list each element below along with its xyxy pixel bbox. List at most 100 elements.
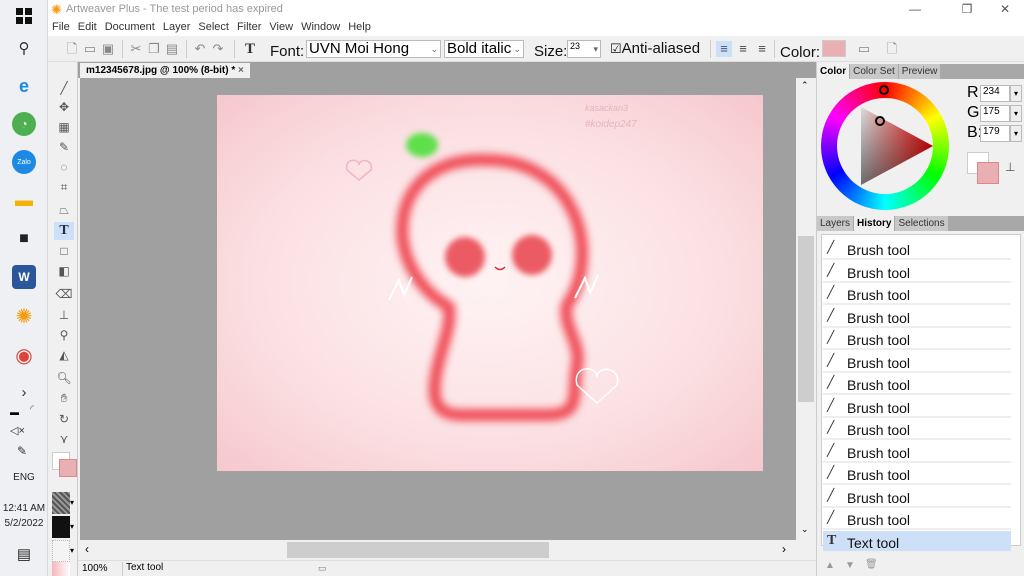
open-file-icon[interactable]: ▭ bbox=[82, 41, 98, 57]
red-input[interactable]: R: 234 ▾ bbox=[967, 84, 1024, 104]
search-icon[interactable]: ⚲ bbox=[12, 36, 36, 60]
scroll-down-icon[interactable]: ⌄ bbox=[801, 524, 809, 535]
tab-selections[interactable]: Selections bbox=[895, 216, 948, 231]
saturation-triangle[interactable] bbox=[821, 82, 949, 210]
scroll-up-icon[interactable]: ⌃ bbox=[801, 80, 809, 91]
dropdown-arrow-icon[interactable]: ▾ bbox=[1010, 85, 1022, 102]
pen-icon[interactable]: ✎ bbox=[17, 444, 27, 458]
move-tool-icon[interactable]: ✥ bbox=[54, 98, 74, 116]
paint-bucket-tool-icon[interactable]: ◭ bbox=[54, 346, 74, 364]
brush-tool-icon[interactable]: ╱ bbox=[54, 79, 74, 97]
undo-icon[interactable]: ↶ bbox=[192, 41, 208, 57]
copy-icon[interactable]: ❐ bbox=[146, 41, 162, 57]
history-item[interactable]: ╱ Brush tool bbox=[823, 463, 1011, 485]
status-options-icon[interactable]: ▭ bbox=[318, 563, 327, 574]
move-down-icon[interactable]: ▼ bbox=[845, 560, 855, 571]
tab-layers[interactable]: Layers bbox=[817, 216, 854, 231]
chevron-up-icon[interactable]: › bbox=[12, 380, 36, 404]
size-input[interactable]: 23 ▾ bbox=[567, 40, 601, 58]
edge-icon[interactable]: e bbox=[12, 74, 36, 98]
vertical-scrollbar[interactable]: ⌃ ⌄ bbox=[796, 78, 816, 540]
app-green-icon[interactable]: ◔ bbox=[12, 112, 36, 136]
artweaver-icon[interactable]: ✺ bbox=[12, 304, 36, 328]
tab-history[interactable]: History bbox=[854, 216, 895, 231]
text-tool-icon[interactable]: T bbox=[54, 222, 74, 240]
minimize-button[interactable]: — bbox=[892, 0, 938, 18]
rotate-tool-icon[interactable]: ↻ bbox=[54, 410, 74, 428]
hue-ring[interactable] bbox=[821, 82, 949, 210]
tab-color-set[interactable]: Color Set bbox=[850, 64, 898, 79]
horizontal-scrollbar[interactable]: ‹ › bbox=[80, 540, 796, 560]
clock-date[interactable]: 5/2/2022 bbox=[0, 518, 48, 529]
menu-layer[interactable]: Layer bbox=[159, 18, 195, 36]
clock-time[interactable]: 12:41 AM bbox=[0, 503, 48, 514]
history-item[interactable]: ╱ Brush tool bbox=[823, 373, 1011, 395]
green-input[interactable]: G: 175 ▾ bbox=[967, 104, 1024, 124]
menu-window[interactable]: Window bbox=[297, 18, 344, 36]
paper-preset[interactable] bbox=[52, 540, 70, 562]
menu-select[interactable]: Select bbox=[194, 18, 233, 36]
crop-tool-icon[interactable]: ⌗ bbox=[54, 178, 74, 196]
menu-filter[interactable]: Filter bbox=[233, 18, 265, 36]
history-item[interactable]: ╱ Brush tool bbox=[823, 283, 1011, 305]
history-item[interactable]: ╱ Brush tool bbox=[823, 238, 1011, 260]
history-item[interactable]: ╱ Brush tool bbox=[823, 261, 1011, 283]
language-indicator[interactable]: ENG bbox=[0, 472, 48, 483]
green-value[interactable]: 175 bbox=[980, 105, 1010, 122]
delete-icon[interactable]: 🗑︎ bbox=[865, 559, 878, 570]
font-style-select[interactable]: Bold italic ⌄ bbox=[444, 40, 524, 58]
blue-input[interactable]: B: 179 ▾ bbox=[967, 124, 1024, 144]
close-button[interactable]: ✕ bbox=[982, 0, 1024, 18]
pen-tool-icon[interactable]: ✎ bbox=[54, 138, 74, 156]
menu-help[interactable]: Help bbox=[344, 18, 375, 36]
vertical-scroll-thumb[interactable] bbox=[798, 236, 814, 402]
eraser-tool-icon[interactable]: ⌫ bbox=[54, 285, 74, 303]
blue-value[interactable]: 179 bbox=[980, 125, 1010, 142]
document-icon[interactable]: 🗋 bbox=[884, 41, 900, 57]
dropdown-arrow-icon[interactable]: ▾ bbox=[1010, 105, 1022, 122]
word-icon[interactable]: W bbox=[12, 265, 36, 289]
paste-icon[interactable]: ▤ bbox=[164, 41, 180, 57]
tab-preview[interactable]: Preview bbox=[898, 64, 941, 79]
mirror-tool-icon[interactable]: ⋎ bbox=[54, 430, 74, 448]
text-options-icon[interactable]: ▭ bbox=[856, 41, 872, 57]
clone-stamp-tool-icon[interactable]: ⊥ bbox=[54, 306, 74, 324]
dropdown-arrow-icon[interactable]: ▾ bbox=[70, 522, 74, 531]
eyedropper-tool-icon[interactable]: ⚲ bbox=[54, 326, 74, 344]
chrome-icon[interactable]: ◉ bbox=[12, 343, 36, 367]
history-item[interactable]: ╱ Brush tool bbox=[823, 396, 1011, 418]
redo-icon[interactable]: ↷ bbox=[210, 41, 226, 57]
zalo-icon[interactable]: Zalo bbox=[12, 150, 36, 174]
red-value[interactable]: 234 bbox=[980, 85, 1010, 102]
brush-texture-preset[interactable] bbox=[52, 492, 70, 514]
cut-icon[interactable]: ✂ bbox=[128, 41, 144, 57]
dropdown-arrow-icon[interactable]: ▾ bbox=[1010, 125, 1022, 142]
history-item[interactable]: ╱ Brush tool bbox=[823, 351, 1011, 373]
hand-tool-icon[interactable]: ✋︎ bbox=[54, 389, 74, 407]
background-color-swatch[interactable] bbox=[59, 459, 77, 477]
lasso-tool-icon[interactable]: ◌ bbox=[54, 158, 74, 176]
scroll-right-icon[interactable]: › bbox=[782, 542, 786, 556]
document-tab[interactable]: m12345678.jpg @ 100% (8-bit) * × bbox=[80, 63, 250, 78]
history-item[interactable]: ╱ Brush tool bbox=[823, 441, 1011, 463]
history-item[interactable]: ╱ Brush tool bbox=[823, 328, 1011, 350]
battery-icon[interactable]: ▬ bbox=[10, 407, 19, 417]
history-item[interactable]: ╱ Brush tool bbox=[823, 508, 1011, 530]
store-icon[interactable]: ■ bbox=[12, 227, 36, 251]
perspective-tool-icon[interactable]: ⏢ bbox=[54, 201, 74, 219]
rectangle-select-tool-icon[interactable]: ▦ bbox=[54, 118, 74, 136]
windows-start-icon[interactable] bbox=[12, 4, 36, 28]
volume-muted-icon[interactable]: ◁× bbox=[10, 424, 25, 437]
stamp-icon[interactable]: ⊥ bbox=[1005, 160, 1015, 174]
move-up-icon[interactable]: ▲ bbox=[825, 560, 835, 571]
history-list[interactable]: ╱ Brush tool ╱ Brush tool ╱ Brush tool ╱ Brush … bbox=[821, 234, 1021, 553]
align-left-button[interactable]: ≡ bbox=[716, 41, 732, 57]
text-color-swatch[interactable] bbox=[822, 40, 846, 57]
dropdown-arrow-icon[interactable]: ▾ bbox=[70, 498, 74, 507]
history-item[interactable]: ╱ Brush tool bbox=[823, 418, 1011, 440]
scroll-left-icon[interactable]: ‹ bbox=[85, 542, 89, 556]
close-tab-icon[interactable]: × bbox=[238, 65, 244, 76]
history-item[interactable]: ╱ Brush tool bbox=[823, 306, 1011, 328]
menu-edit[interactable]: Edit bbox=[74, 18, 101, 36]
align-right-button[interactable]: ≡ bbox=[754, 41, 770, 57]
